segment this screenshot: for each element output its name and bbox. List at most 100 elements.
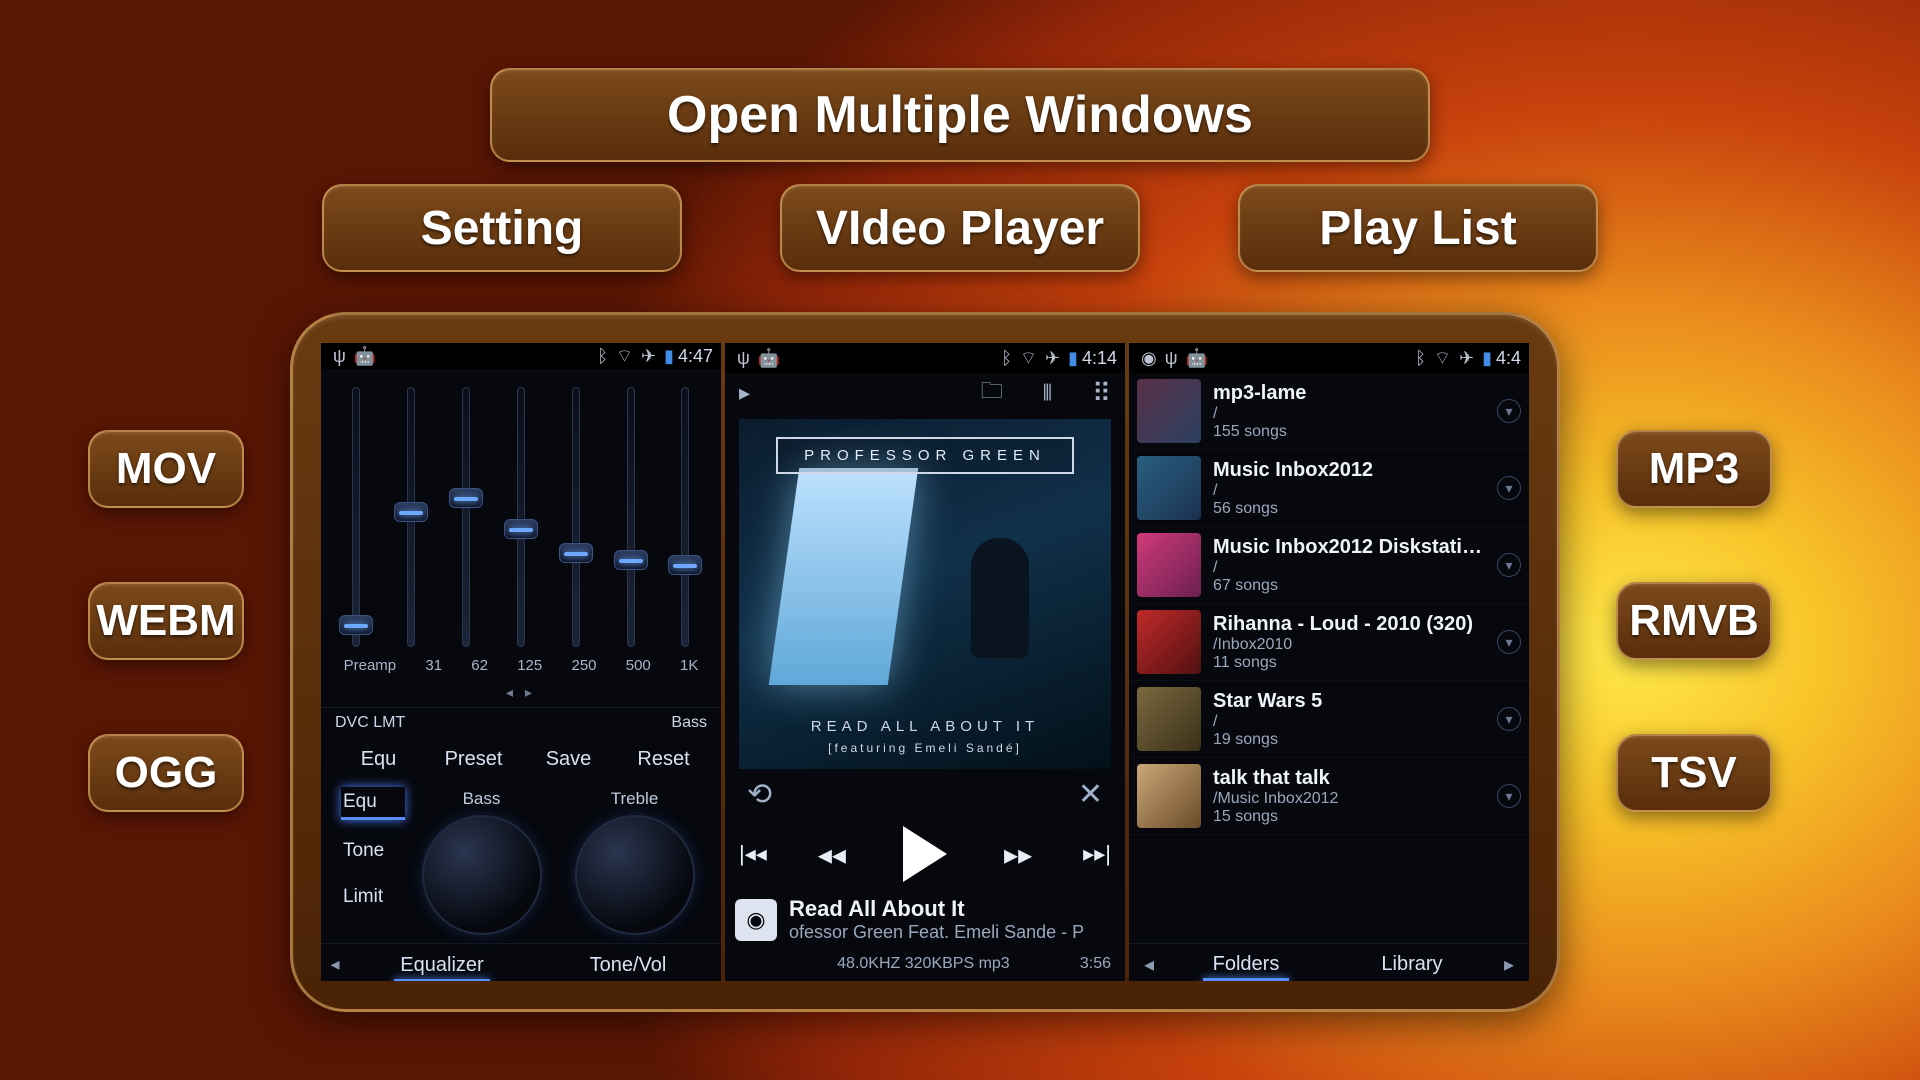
playlist-button[interactable]: Play List (1238, 184, 1598, 272)
bass-knob[interactable] (422, 815, 542, 935)
track-thumb-icon: ◉ (735, 899, 777, 941)
playlist-title: Music Inbox2012 (1213, 459, 1485, 482)
audio-meta: 48.0KHZ 320KBPS mp3 (837, 955, 1010, 973)
eq-slider-preamp[interactable] (336, 387, 376, 647)
playlist-path: /Music Inbox2012 (1213, 790, 1485, 808)
artist-badge: PROFESSOR GREEN (776, 437, 1074, 474)
eq-scroll-indicator: ◂ ▸ (321, 682, 721, 707)
playlist-item[interactable]: Star Wars 5/19 songs▾ (1129, 681, 1529, 758)
next-track-icon[interactable]: ▸▸| (1083, 841, 1111, 867)
format-rmvb[interactable]: RMVB (1616, 582, 1772, 660)
eq-band-label: 62 (471, 657, 488, 674)
forward-icon[interactable]: ▸▸ (1004, 838, 1032, 871)
format-mp3[interactable]: MP3 (1616, 430, 1772, 508)
play-small-icon[interactable]: ▸ (739, 380, 750, 406)
visual-icon[interactable]: ⠿ (1092, 378, 1111, 409)
playlist-list[interactable]: mp3-lame/155 songs▾Music Inbox2012/56 so… (1129, 373, 1529, 943)
battery-icon: ▮ (1068, 348, 1078, 369)
eq-tone-tab[interactable]: Tone (341, 836, 405, 866)
status-time: 4:47 (678, 346, 713, 367)
expand-icon[interactable]: ▾ (1497, 476, 1521, 500)
expand-icon[interactable]: ▾ (1497, 707, 1521, 731)
usb-icon: ψ (1165, 348, 1178, 369)
tab-equalizer[interactable]: Equalizer (349, 954, 535, 977)
rewind-icon[interactable]: ◂◂ (818, 838, 846, 871)
eq-band-label: 1K (680, 657, 698, 674)
playlist-count: 155 songs (1213, 423, 1485, 441)
playlist-thumb (1137, 379, 1201, 443)
cover-figure (971, 538, 1029, 658)
now-playing-row[interactable]: ◉ Read All About It ofessor Green Feat. … (725, 888, 1125, 949)
playlist-item[interactable]: Rihanna - Loud - 2010 (320)/Inbox201011 … (1129, 604, 1529, 681)
eq-preset-button[interactable]: Preset (426, 748, 521, 771)
playlist-path: / (1213, 482, 1485, 500)
formats-right: MP3 RMVB TSV (1616, 430, 1772, 812)
header-pill: Open Multiple Windows (490, 68, 1430, 162)
expand-icon[interactable]: ▾ (1497, 553, 1521, 577)
repeat-icon[interactable]: ⟲ (747, 777, 772, 812)
video-player-button[interactable]: VIdeo Player (780, 184, 1140, 272)
eq-sliders (321, 369, 721, 653)
play-indicator-icon: ◉ (1141, 348, 1157, 369)
eq-band-label: 500 (626, 657, 651, 674)
play-button[interactable] (903, 826, 947, 882)
player-top-icons: ▸ 🗀 ⫴ ⠿ (725, 373, 1125, 413)
setting-button[interactable]: Setting (322, 184, 682, 272)
android-icon: 🤖 (758, 348, 780, 369)
playlist-item[interactable]: Music Inbox2012/56 songs ▾ (1129, 450, 1529, 527)
playlist-item[interactable]: talk that talk/Music Inbox201215 songs ▾ (1129, 758, 1529, 835)
transport-controls: |◂◂ ◂◂ ▸▸ ▸▸| (725, 820, 1125, 888)
eq-limit-tab[interactable]: Limit (341, 882, 405, 912)
shuffle-icon[interactable]: ✕ (1078, 777, 1103, 812)
prev-track-icon[interactable]: |◂◂ (739, 841, 767, 867)
playlist-count: 15 songs (1213, 808, 1485, 826)
battery-icon: ▮ (1482, 348, 1492, 369)
eq-band-label: 31 (425, 657, 442, 674)
prev-arrow-icon[interactable]: ◂ (1135, 952, 1163, 977)
battery-icon: ▮ (664, 346, 674, 367)
track-artist: ofessor Green Feat. Emeli Sande - P (789, 922, 1115, 943)
status-time: 4:14 (1082, 348, 1117, 369)
format-ogg[interactable]: OGG (88, 734, 244, 812)
elapsed-time: 3:56 (1080, 955, 1111, 973)
treble-knob[interactable] (575, 815, 695, 935)
folder-icon[interactable]: 🗀 (981, 374, 1003, 412)
bass-label: Bass (671, 714, 707, 732)
tab-folders[interactable]: Folders (1163, 953, 1329, 976)
dvc-label: DVC LMT (335, 714, 405, 732)
screen-player: ψ 🤖 ᛒ ⌔ ✈ ▮ 4:14 ▸ 🗀 ⫴ ⠿ PROFESSOR GREEN… (725, 343, 1125, 981)
playlist-count: 67 songs (1213, 577, 1485, 595)
usb-icon: ψ (333, 346, 346, 367)
eq-reset-button[interactable]: Reset (616, 748, 711, 771)
format-tsv[interactable]: TSV (1616, 734, 1772, 812)
eq-slider-500[interactable] (611, 387, 651, 647)
playlist-item[interactable]: Music Inbox2012 Diskstation/67 songs▾ (1129, 527, 1529, 604)
eq-slider-125[interactable] (501, 387, 541, 647)
eq-slider-62[interactable] (446, 387, 486, 647)
playlist-count: 11 songs (1213, 654, 1485, 672)
usb-icon: ψ (737, 348, 750, 369)
eq-slider-1k[interactable] (665, 387, 705, 647)
expand-icon[interactable]: ▾ (1497, 399, 1521, 423)
android-icon: 🤖 (354, 346, 376, 367)
sliders-icon[interactable]: ⫴ (1043, 380, 1052, 406)
eq-equ-button[interactable]: Equ (331, 748, 426, 771)
tab-tone-vol[interactable]: Tone/Vol (535, 954, 721, 977)
prev-arrow-icon[interactable]: ◂ (321, 954, 349, 977)
eq-slider-250[interactable] (556, 387, 596, 647)
eq-equ-tab[interactable]: Equ (341, 787, 405, 820)
expand-icon[interactable]: ▾ (1497, 784, 1521, 808)
format-mov[interactable]: MOV (88, 430, 244, 508)
tab-library[interactable]: Library (1329, 953, 1495, 976)
eq-save-button[interactable]: Save (521, 748, 616, 771)
cover-subtitle: READ ALL ABOUT IT [featuring Emeli Sandé… (811, 718, 1039, 755)
eq-slider-31[interactable] (391, 387, 431, 647)
playlist-title: talk that talk (1213, 767, 1485, 790)
wifi-icon: ⌔ (1434, 347, 1451, 370)
playlist-count: 56 songs (1213, 500, 1485, 518)
playlist-item[interactable]: mp3-lame/155 songs▾ (1129, 373, 1529, 450)
next-arrow-icon[interactable]: ▸ (1495, 952, 1523, 977)
format-webm[interactable]: WEBM (88, 582, 244, 660)
main-tabs: Setting VIdeo Player Play List (322, 184, 1598, 272)
expand-icon[interactable]: ▾ (1497, 630, 1521, 654)
